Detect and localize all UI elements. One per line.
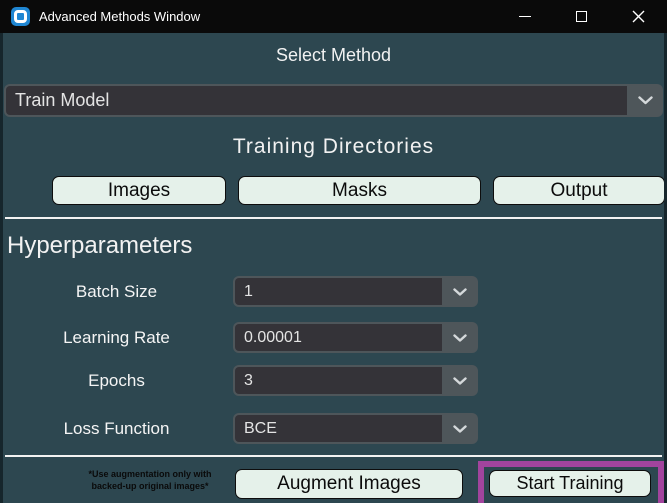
start-training-highlight-box: Start Training [478,461,664,503]
chevron-down-icon[interactable] [442,413,478,444]
chevron-down-icon[interactable] [627,84,663,117]
hyperparameters-heading: Hyperparameters [7,232,667,260]
training-directories-heading: Training Directories [0,135,667,159]
app-icon [11,7,30,26]
loss-function-combobox[interactable]: BCE [233,413,478,444]
minimize-icon [519,16,531,18]
loss-function-value: BCE [235,415,442,442]
batch-size-row: Batch Size 1 [0,276,667,307]
output-button[interactable]: Output [493,176,665,205]
augmentation-note-line1: *Use augmentation only with [52,468,248,480]
method-combobox[interactable]: Train Model [4,84,663,117]
augment-images-button[interactable]: Augment Images [235,469,463,499]
select-method-heading: Select Method [0,45,667,66]
batch-size-combobox[interactable]: 1 [233,276,478,307]
loss-function-label: Loss Function [0,419,233,439]
augmentation-note-line2: backed-up original images* [52,480,248,492]
window-left-edge [0,33,3,503]
directory-buttons-row: Images Masks Output [52,176,667,205]
masks-button[interactable]: Masks [238,176,481,205]
minimize-button[interactable] [496,0,553,33]
chevron-down-icon[interactable] [442,276,478,307]
learning-rate-row: Learning Rate 0.00001 [0,322,667,353]
maximize-button[interactable] [553,0,610,33]
start-training-button[interactable]: Start Training [489,470,651,497]
learning-rate-label: Learning Rate [0,328,233,348]
epochs-label: Epochs [0,371,233,391]
method-combobox-value: Train Model [6,86,627,115]
learning-rate-value: 0.00001 [235,324,442,351]
app-icon-ring [14,10,27,23]
chevron-down-icon[interactable] [442,365,478,396]
images-button[interactable]: Images [52,176,226,205]
section-divider [5,217,662,219]
window-title: Advanced Methods Window [39,9,200,24]
batch-size-label: Batch Size [0,282,233,302]
close-button[interactable] [610,0,667,33]
augmentation-note: *Use augmentation only with backed-up or… [52,468,248,492]
batch-size-value: 1 [235,278,442,305]
close-icon [632,10,645,23]
loss-function-row: Loss Function BCE [0,413,667,444]
epochs-combobox[interactable]: 3 [233,365,478,396]
learning-rate-combobox[interactable]: 0.00001 [233,322,478,353]
chevron-down-icon[interactable] [442,322,478,353]
epochs-row: Epochs 3 [0,365,667,396]
maximize-icon [576,11,587,22]
footer-divider [5,455,662,457]
window-controls [496,0,667,33]
epochs-value: 3 [235,367,442,394]
advanced-methods-window: Advanced Methods Window Select Method Tr… [0,0,667,503]
titlebar: Advanced Methods Window [0,0,667,33]
